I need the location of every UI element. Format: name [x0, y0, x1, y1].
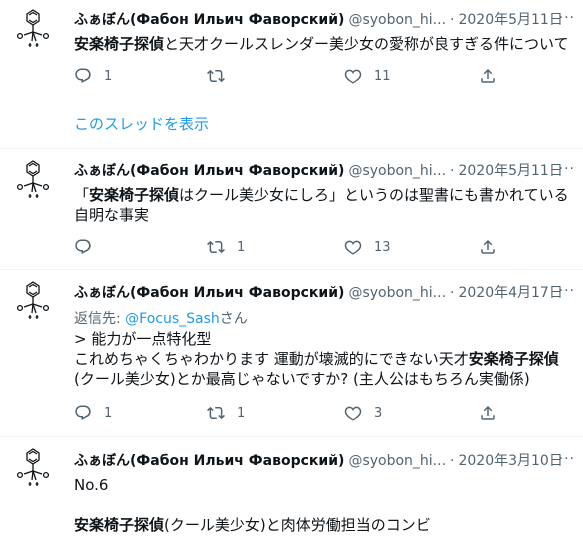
- like-icon: [344, 404, 362, 422]
- avatar[interactable]: [12, 159, 54, 201]
- tweet-actions: 1 1 3: [74, 403, 514, 423]
- tweet-date[interactable]: 2020年5月11日: [458, 163, 562, 179]
- tweet-text-line2: これめちゃくちゃわかります 運動が壊滅的にできない天才: [74, 350, 469, 368]
- display-name[interactable]: ふぁぼん(Фабон Ильич Фаворский): [74, 453, 344, 469]
- tweet-text: 「安楽椅子探偵はクール美少女にしろ」というのは聖書にも書かれている 自明な事実: [74, 185, 569, 225]
- avatar[interactable]: [12, 280, 54, 322]
- reply-to-line: 返信先: @Focus_Sashさん: [74, 309, 569, 329]
- tweet-actions: 1 11: [74, 66, 514, 86]
- avatar[interactable]: [12, 8, 54, 50]
- reply-icon: [74, 67, 92, 85]
- tweet-text: 返信先: @Focus_Sashさん > 能力が一点特化型 これめちゃくちゃわか…: [74, 309, 569, 389]
- tweet-text-line1: No.6: [74, 476, 109, 494]
- user-handle[interactable]: @syobon_hi...: [348, 10, 446, 30]
- separator-dot: ·: [450, 163, 455, 179]
- quote-open: 「: [74, 186, 90, 204]
- reply-to-prefix: 返信先:: [74, 311, 126, 327]
- tweet-date[interactable]: 2020年5月11日: [458, 12, 562, 28]
- share-button[interactable]: [479, 66, 497, 86]
- tweet-text-line3: (クール美少女)とか最高じゃないですか? (主人公はもちろん実働係): [74, 370, 530, 388]
- bold-keyword: 安楽椅子探偵: [468, 350, 559, 368]
- mention-link[interactable]: @Focus_Sash: [125, 311, 220, 327]
- reply-button[interactable]: [74, 237, 104, 257]
- bold-keyword: 安楽椅子探偵: [89, 186, 180, 204]
- tweet-text-line1: はクール美少女にしろ」というのは聖書にも書かれている: [179, 186, 569, 204]
- tweet-date[interactable]: 2020年3月10日: [458, 453, 562, 469]
- user-handle[interactable]: @syobon_hi...: [348, 451, 446, 471]
- tweet-actions: 1 13: [74, 237, 514, 257]
- share-icon: [479, 67, 497, 85]
- tweet-date[interactable]: 2020年4月17日: [458, 285, 562, 301]
- reply-button[interactable]: 1: [74, 403, 112, 423]
- tweet-text-line2: 自明な事実: [74, 206, 150, 224]
- retweet-button[interactable]: 1: [207, 403, 245, 423]
- like-button[interactable]: 3: [344, 403, 382, 423]
- like-count: 13: [374, 239, 391, 255]
- display-name[interactable]: ふぁぼん(Фабон Ильич Фаворский): [74, 285, 344, 301]
- bold-keyword: 安楽椅子探偵: [74, 35, 165, 53]
- reply-button[interactable]: 1: [74, 66, 112, 86]
- tweet-text: 安楽椅子探偵と天才クールスレンダー美少女の愛称が良すぎる件について: [74, 34, 569, 54]
- display-name[interactable]: ふぁぼん(Фабон Ильич Фаворский): [74, 163, 344, 179]
- retweet-count: 1: [237, 239, 246, 255]
- reply-count: 1: [104, 405, 113, 421]
- retweet-button[interactable]: 1: [207, 237, 245, 257]
- avatar[interactable]: [12, 447, 54, 489]
- retweet-icon: [207, 404, 225, 422]
- share-button[interactable]: [479, 403, 497, 423]
- reply-icon: [74, 238, 92, 256]
- retweet-icon: [207, 238, 225, 256]
- like-count: 3: [374, 405, 383, 421]
- tweet-text-line3: (クール美少女)と肉体労働担当のコンビ: [164, 516, 431, 534]
- more-options-icon[interactable]: ···: [559, 283, 575, 299]
- tweet-text-rest: と天才クールスレンダー美少女の愛称が良すぎる件について: [164, 35, 569, 53]
- tweet-1[interactable]: ふぁぼん(Фабон Ильич Фаворский) @syobon_hi...…: [0, 0, 583, 148]
- retweet-count: 1: [237, 405, 246, 421]
- retweet-button[interactable]: [207, 66, 237, 86]
- like-button[interactable]: 13: [344, 237, 391, 257]
- tweet-3[interactable]: ふぁぼん(Фабон Ильич Фаворский) @syobon_hi...…: [0, 270, 583, 435]
- retweet-icon: [207, 67, 225, 85]
- reply-to-suffix: さん: [219, 311, 248, 327]
- more-options-icon[interactable]: ···: [559, 10, 575, 26]
- tweet-text-line1: > 能力が一点特化型: [74, 330, 212, 348]
- like-icon: [344, 67, 362, 85]
- share-icon: [479, 404, 497, 422]
- separator-dot: ·: [450, 285, 455, 301]
- user-handle[interactable]: @syobon_hi...: [348, 161, 446, 181]
- share-icon: [479, 238, 497, 256]
- share-button[interactable]: [479, 237, 497, 257]
- show-thread-link[interactable]: このスレッドを表示: [74, 113, 209, 134]
- like-button[interactable]: 11: [344, 66, 391, 86]
- reply-count: 1: [104, 68, 113, 84]
- bold-keyword: 安楽椅子探偵: [74, 516, 165, 534]
- tweet-2[interactable]: ふぁぼん(Фабон Ильич Фаворский) @syobon_hi...…: [0, 149, 583, 269]
- separator-dot: ·: [450, 453, 455, 469]
- more-options-icon[interactable]: ···: [559, 451, 575, 467]
- more-options-icon[interactable]: ···: [559, 161, 575, 177]
- display-name[interactable]: ふぁぼん(Фабон Ильич Фаворский): [74, 12, 344, 28]
- separator-dot: ·: [450, 12, 455, 28]
- tweet-4[interactable]: ふぁぼん(Фабон Ильич Фаворский) @syobon_hi...…: [0, 437, 583, 536]
- tweet-text: No.6 安楽椅子探偵(クール美少女)と肉体労働担当のコンビ: [74, 475, 569, 535]
- reply-icon: [74, 404, 92, 422]
- user-handle[interactable]: @syobon_hi...: [348, 283, 446, 303]
- like-count: 11: [374, 68, 391, 84]
- like-icon: [344, 238, 362, 256]
